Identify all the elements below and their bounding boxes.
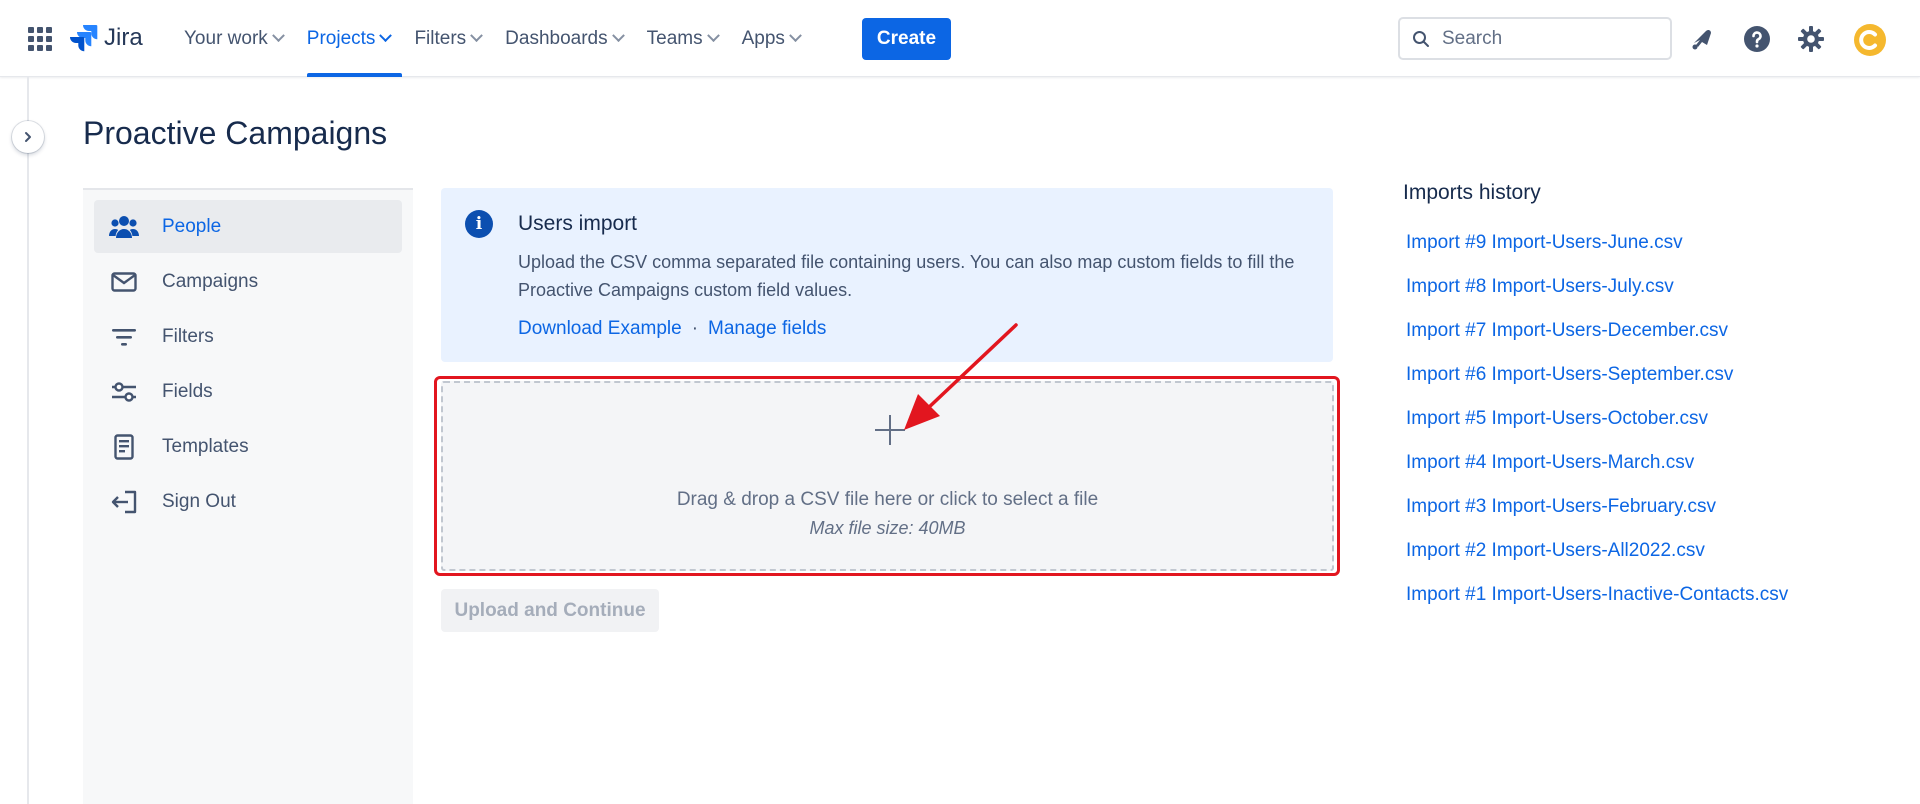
chevron-right-icon: [25, 132, 31, 142]
chevron-down-icon: [271, 29, 285, 43]
dropzone-max-size: Max file size: 40MB: [809, 518, 966, 538]
project-sidebar: People Campaigns Filters Fields Template…: [83, 188, 413, 804]
sidebar-item-sign-out[interactable]: Sign Out: [94, 475, 402, 528]
nav-label: Your work: [184, 27, 268, 49]
document-icon: [109, 432, 139, 462]
sidebar-item-filters[interactable]: Filters: [94, 310, 402, 363]
jira-logo[interactable]: Jira: [70, 22, 143, 54]
chevron-down-icon: [706, 29, 720, 43]
imports-history-title: Imports history: [1403, 181, 1541, 204]
nav-label: Filters: [414, 27, 467, 49]
nav-filters[interactable]: Filters: [402, 0, 493, 77]
create-button[interactable]: Create: [862, 18, 951, 60]
annotation-arrow-icon: [904, 323, 1018, 430]
manage-fields-link[interactable]: Manage fields: [708, 318, 826, 340]
nav-teams[interactable]: Teams: [635, 0, 730, 77]
sliders-icon: [109, 377, 139, 407]
sidebar-item-campaigns[interactable]: Campaigns: [94, 255, 402, 308]
sidebar-item-label: Fields: [162, 380, 213, 402]
history-item[interactable]: Import #5 Import-Users-October.csv: [1406, 408, 1788, 452]
upload-and-continue-button[interactable]: Upload and Continue: [441, 589, 659, 632]
users-import-info-panel: i Users import Upload the CSV comma sepa…: [441, 188, 1333, 362]
sidebar-item-label: Campaigns: [162, 270, 259, 292]
sidebar-item-people[interactable]: People: [94, 200, 402, 253]
csv-dropzone[interactable]: Drag & drop a CSV file here or click to …: [441, 381, 1334, 571]
sidebar-item-fields[interactable]: Fields: [94, 365, 402, 418]
imports-history-list: Import #9 Import-Users-June.csv Import #…: [1406, 232, 1788, 628]
jira-logo-icon: [70, 25, 98, 52]
search-input[interactable]: [1442, 27, 1652, 50]
link-separator: ·: [691, 318, 699, 339]
sidebar-item-label: Sign Out: [162, 490, 236, 512]
mail-icon: [109, 267, 139, 297]
nav-label: Projects: [306, 27, 376, 49]
logo-text: Jira: [104, 24, 143, 51]
nav-your-work[interactable]: Your work: [172, 0, 295, 77]
info-title: Users import: [518, 212, 638, 235]
history-item[interactable]: Import #9 Import-Users-June.csv: [1406, 232, 1788, 276]
history-item[interactable]: Import #6 Import-Users-September.csv: [1406, 364, 1788, 408]
main-nav: Your work Projects Filters Dashboards Te…: [172, 0, 812, 77]
chevron-down-icon: [470, 29, 484, 43]
app-switcher-icon[interactable]: [28, 27, 52, 51]
info-links: Download Example · Manage fields: [518, 318, 826, 340]
sidebar-item-label: People: [162, 215, 222, 237]
nav-dashboards[interactable]: Dashboards: [493, 0, 634, 77]
nav-label: Teams: [646, 27, 703, 49]
sidebar-rail: [27, 77, 29, 804]
chevron-down-icon: [789, 29, 802, 43]
history-item[interactable]: Import #1 Import-Users-Inactive-Contacts…: [1406, 584, 1788, 628]
search-box[interactable]: [1398, 17, 1672, 60]
people-icon: [109, 212, 139, 242]
info-icon: i: [465, 210, 493, 238]
download-example-link[interactable]: Download Example: [518, 318, 682, 340]
settings-icon[interactable]: [1796, 24, 1826, 54]
top-navigation: Jira Your work Projects Filters Dashboar…: [0, 0, 1920, 77]
notifications-icon[interactable]: [1687, 24, 1717, 54]
history-item[interactable]: Import #2 Import-Users-All2022.csv: [1406, 540, 1788, 584]
nav-label: Dashboards: [505, 27, 608, 49]
help-icon[interactable]: [1742, 24, 1772, 54]
dropzone-text: Drag & drop a CSV file here or click to …: [676, 489, 1099, 510]
nav-projects[interactable]: Projects: [295, 0, 403, 77]
history-item[interactable]: Import #3 Import-Users-February.csv: [1406, 496, 1788, 540]
history-item[interactable]: Import #7 Import-Users-December.csv: [1406, 320, 1788, 364]
nav-apps[interactable]: Apps: [730, 0, 812, 77]
expand-sidebar-button[interactable]: [12, 121, 44, 153]
sidebar-item-templates[interactable]: Templates: [94, 420, 402, 473]
chevron-down-icon: [611, 29, 625, 43]
info-description: Upload the CSV comma separated file cont…: [518, 252, 1295, 300]
page-title: Proactive Campaigns: [83, 115, 388, 151]
nav-label: Apps: [741, 27, 785, 49]
search-icon: [1413, 30, 1429, 47]
chevron-down-icon: [379, 29, 393, 43]
avatar[interactable]: [1854, 24, 1886, 56]
sidebar-item-label: Filters: [162, 325, 214, 347]
history-item[interactable]: Import #8 Import-Users-July.csv: [1406, 276, 1788, 320]
sidebar-item-label: Templates: [162, 435, 249, 457]
history-item[interactable]: Import #4 Import-Users-March.csv: [1406, 452, 1788, 496]
sign-out-icon: [109, 487, 139, 517]
filter-icon: [109, 322, 139, 352]
